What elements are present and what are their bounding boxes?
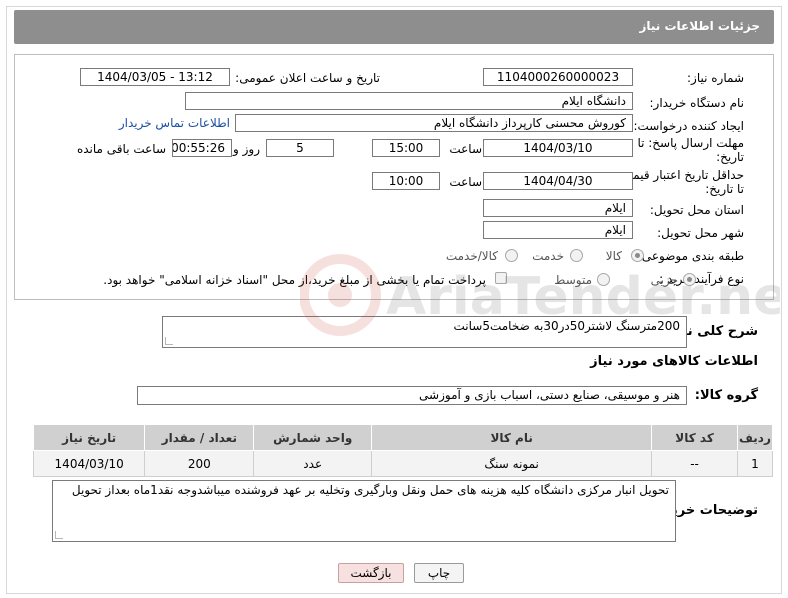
deadline-label-line2: تاریخ: xyxy=(716,150,744,164)
category-radio-goods-service[interactable] xyxy=(505,249,518,262)
col-header-item-name: نام کالا xyxy=(371,424,653,451)
page-title: جزئیات اطلاعات نیاز xyxy=(639,19,760,33)
summary-text: 200مترسنگ لاشتر50در30به ضخامت5سانت xyxy=(453,319,680,333)
province-label: استان محل تحویل: xyxy=(649,203,744,217)
col-header-quantity: تعداد / مقدار xyxy=(144,424,255,451)
city-label: شهر محل تحویل: xyxy=(657,226,744,240)
validity-time-field[interactable]: 10:00 xyxy=(372,172,440,190)
process-radio-medium[interactable] xyxy=(597,273,610,286)
need-number-field[interactable]: 1104000260000023 xyxy=(483,68,633,86)
goods-group-label: گروه کالا: xyxy=(694,388,758,403)
deadline-label-line1: مهلت ارسال پاسخ: تا xyxy=(637,136,744,150)
need-number-label: شماره نیاز: xyxy=(687,71,744,85)
cell-item-code: -- xyxy=(651,450,738,477)
time-remaining-field[interactable]: 00:55:26 xyxy=(172,139,232,157)
buyer-org-label: نام دستگاه خریدار: xyxy=(649,96,745,110)
goods-section-title: اطلاعات کالاهای مورد نیاز xyxy=(590,354,758,369)
announce-label: تاریخ و ساعت اعلان عمومی: xyxy=(235,71,380,85)
notes-resize-handle-icon[interactable] xyxy=(55,531,63,539)
page-header: جزئیات اطلاعات نیاز xyxy=(14,10,774,44)
print-button[interactable]: چاپ xyxy=(414,563,464,583)
col-header-item-code: کد کالا xyxy=(651,424,738,451)
goods-table: ردیف کد کالا نام کالا واحد شمارش تعداد /… xyxy=(32,424,774,477)
deadline-date-field[interactable]: 1404/03/10 xyxy=(483,139,633,157)
category-option-goods-service: کالا/خدمت xyxy=(445,249,498,263)
validity-label-line2: تا تاریخ: xyxy=(705,182,744,196)
cell-quantity: 200 xyxy=(144,450,255,477)
announce-datetime-field[interactable]: 1404/03/05 - 13:12 xyxy=(80,68,230,86)
buyer-notes-textarea[interactable]: تحویل انبار مرکزی دانشگاه کلیه هزینه های… xyxy=(52,480,676,542)
process-option-minor: جزیی xyxy=(650,273,678,287)
cell-need-date: 1404/03/10 xyxy=(32,450,146,477)
category-radio-service[interactable] xyxy=(570,249,583,262)
time-remaining-label: ساعت باقی مانده xyxy=(76,142,166,156)
process-radio-minor[interactable] xyxy=(683,273,696,286)
goods-group-field[interactable]: هنر و موسیقی، صنایع دستی، اسباب بازی و آ… xyxy=(137,386,687,405)
deadline-time-field[interactable]: 15:00 xyxy=(372,139,440,157)
table-row[interactable]: 1 -- نمونه سنگ عدد 200 1404/03/10 xyxy=(32,450,774,477)
validity-date-field[interactable]: 1404/04/30 xyxy=(483,172,633,190)
treasury-payment-note: پرداخت تمام یا بخشی از مبلغ خرید،از محل … xyxy=(103,273,486,287)
category-option-goods: کالا xyxy=(605,249,622,263)
province-field[interactable]: ایلام xyxy=(483,199,633,217)
back-button[interactable]: بازگشت xyxy=(338,563,404,583)
category-label: طبقه بندی موضوعی: xyxy=(637,249,744,263)
cell-unit: عدد xyxy=(253,450,373,477)
table-header-row: ردیف کد کالا نام کالا واحد شمارش تعداد /… xyxy=(32,424,774,451)
process-option-medium: متوسط xyxy=(554,273,592,287)
city-field[interactable]: ایلام xyxy=(483,221,633,239)
col-header-need-date: تاریخ نیاز xyxy=(32,424,146,451)
col-header-unit: واحد شمارش xyxy=(253,424,373,451)
summary-textarea[interactable]: 200مترسنگ لاشتر50در30به ضخامت5سانت xyxy=(162,316,687,348)
resize-handle-icon[interactable] xyxy=(165,337,173,345)
days-remaining-field[interactable]: 5 xyxy=(266,139,334,157)
cell-item-name: نمونه سنگ xyxy=(371,450,653,477)
creator-field[interactable]: کوروش محسنی کارپرداز دانشگاه ایلام xyxy=(235,114,633,132)
validity-label-line1: حداقل تاریخ اعتبار قیمت: xyxy=(617,168,744,182)
creator-label: ایجاد کننده درخواست: xyxy=(633,119,744,133)
days-label: روز و xyxy=(233,142,260,156)
deadline-time-label: ساعت xyxy=(449,142,482,156)
validity-time-label: ساعت xyxy=(449,175,482,189)
buyer-notes-text: تحویل انبار مرکزی دانشگاه کلیه هزینه های… xyxy=(71,483,669,497)
category-option-service: خدمت xyxy=(532,249,564,263)
category-radio-goods[interactable] xyxy=(631,249,644,262)
buyer-org-field[interactable]: دانشگاه ایلام xyxy=(185,92,633,110)
cell-row-number: 1 xyxy=(736,450,774,477)
buyer-contact-link[interactable]: اطلاعات تماس خریدار xyxy=(119,116,230,130)
col-header-row-number: ردیف xyxy=(736,424,774,451)
treasury-payment-checkbox[interactable] xyxy=(495,272,507,284)
